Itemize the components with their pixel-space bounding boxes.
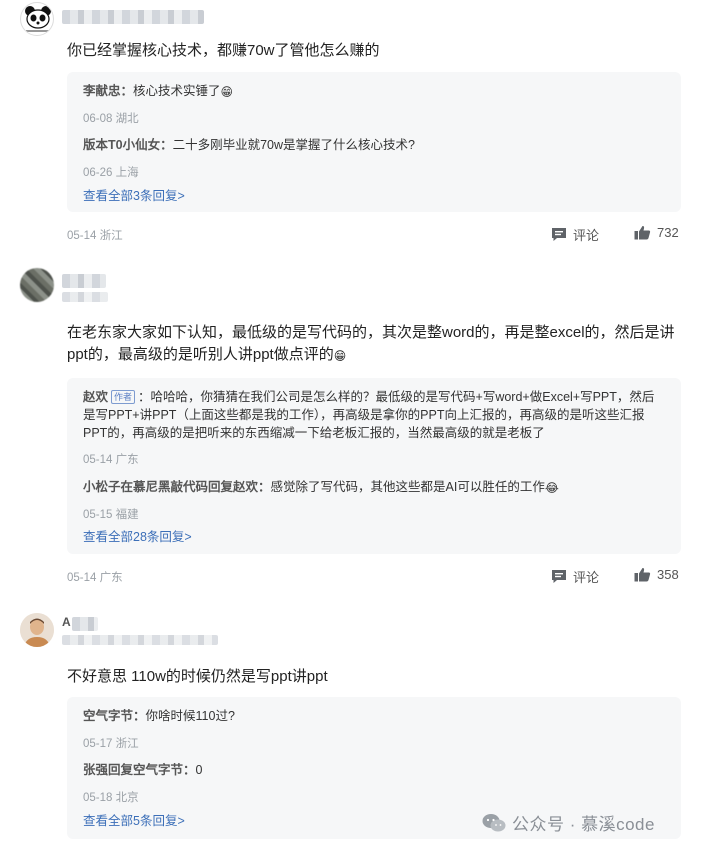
like-count: 732 — [657, 225, 679, 240]
reply-1: 赵欢 作者 ：哈哈哈，你猜猜在我们公司是怎么样的？最低级的是写代码+写word+做E… — [83, 388, 665, 442]
username-initial: A — [62, 615, 71, 629]
wechat-icon — [482, 813, 506, 831]
reply-meta: 05-17 浙江 — [83, 738, 139, 750]
reply-box: 李献忠：核心技术实锤了😁 06-08 湖北 版本T0小仙女：二十多刚毕业就70w… — [67, 72, 681, 212]
user-avatar-icon — [20, 613, 54, 647]
reply-2: 版本T0小仙女：二十多刚毕业就70w是掌握了什么核心技术? — [83, 136, 665, 154]
reply-author[interactable]: 李献忠： — [83, 84, 133, 98]
reply-meta: 05-18 北京 — [83, 792, 139, 804]
like-count: 358 — [657, 567, 679, 582]
reply-1: 李献忠：核心技术实锤了😁 — [83, 82, 665, 100]
author-badge: 作者 — [111, 390, 136, 404]
reply-text: 二十多刚毕业就70w是掌握了什么核心技术? — [172, 138, 415, 152]
reply-text: 感觉除了写代码，其他这些都是AI可以胜任的工作 — [270, 480, 545, 494]
username-blurred-sub — [62, 292, 108, 302]
comment-button-label: 评论 — [573, 570, 600, 585]
comment-text-body: 你已经掌握核心技术，都赚70w了管他怎么赚的 — [67, 42, 380, 59]
comment-button-label: 评论 — [573, 228, 600, 243]
comment-1: 你已经掌握核心技术，都赚70w了管他怎么赚的 李献忠：核心技术实锤了😁 06-0… — [0, 0, 702, 250]
reply-box: 赵欢 作者 ：哈哈哈，你猜猜在我们公司是怎么样的？最低级的是写代码+写word+做E… — [67, 378, 681, 554]
comment-button[interactable]: 评论 — [551, 567, 599, 586]
comment-date: 05-14 广东 — [67, 572, 123, 584]
reply-text: 0 — [195, 763, 203, 777]
reply-author[interactable]: 版本T0小仙女： — [83, 138, 173, 152]
reply-meta: 05-14 广东 — [83, 454, 139, 466]
watermark: 公众号 · 慕溪code — [482, 810, 655, 835]
comment-button[interactable]: 评论 — [551, 225, 599, 244]
reply-author[interactable]: 张强回复空气字节： — [83, 763, 196, 777]
laugh-emoji-icon: 😁 — [333, 349, 347, 363]
reply-meta: 05-15 福建 — [83, 509, 139, 521]
comment-2: 在老东家大家如下认知，最低级的是写代码的，其次是整word的，再是整excel的… — [0, 262, 702, 592]
username-blurred — [72, 617, 98, 631]
thumbs-up-icon — [634, 567, 651, 582]
like-button[interactable]: 358 — [634, 567, 679, 582]
comment-text: 不好意思 110w的时候仍然是写ppt讲ppt — [67, 666, 680, 688]
panda-avatar-icon — [25, 6, 51, 32]
laugh-cry-emoji-icon: 😂 — [544, 481, 559, 495]
comment-icon — [552, 228, 566, 241]
like-button[interactable]: 732 — [634, 225, 679, 240]
view-all-replies-link[interactable]: 查看全部28条回复> — [83, 526, 192, 545]
view-all-replies-link[interactable]: 查看全部5条回复> — [83, 810, 185, 829]
avatar[interactable] — [20, 2, 54, 36]
username-blurred — [62, 10, 204, 24]
reply-2: 张强回复空气字节：0 — [83, 761, 665, 779]
reply-meta: 06-08 湖北 — [83, 113, 139, 125]
reply-2: 小松子在慕尼黑敲代码回复赵欢：感觉除了写代码，其他这些都是AI可以胜任的工作😂 — [83, 478, 665, 496]
laugh-emoji-icon: 😁 — [220, 85, 234, 99]
avatar[interactable] — [20, 613, 54, 647]
reply-text: ：哈哈哈，你猜猜在我们公司是怎么样的？最低级的是写代码+写word+做Excel… — [83, 390, 655, 440]
reply-1: 空气字节：你啥时候110过? — [83, 707, 665, 725]
comment-date: 05-14 浙江 — [67, 230, 123, 242]
view-all-replies-link[interactable]: 查看全部3条回复> — [83, 185, 185, 204]
reply-text: 你啥时候110过? — [145, 709, 235, 723]
reply-author[interactable]: 空气字节： — [83, 709, 146, 723]
thumbs-up-icon — [634, 225, 651, 240]
watermark-text: 公众号 · 慕溪code — [512, 815, 655, 834]
reply-meta: 06-26 上海 — [83, 167, 139, 179]
comment-text: 你已经掌握核心技术，都赚70w了管他怎么赚的 — [67, 40, 680, 62]
comment-icon — [552, 570, 566, 583]
reply-text: 核心技术实锤了 — [133, 84, 221, 98]
comment-text: 在老东家大家如下认知，最低级的是写代码的，其次是整word的，再是整excel的… — [67, 322, 680, 366]
reply-author[interactable]: 赵欢 — [83, 390, 108, 404]
avatar[interactable] — [20, 268, 54, 302]
comment-text-body: 不好意思 110w的时候仍然是写ppt讲ppt — [67, 668, 328, 685]
comment-text-body: 在老东家大家如下认知，最低级的是写代码的，其次是整word的，再是整excel的… — [67, 324, 675, 363]
reply-author[interactable]: 小松子在慕尼黑敲代码回复赵欢： — [83, 480, 271, 494]
username-blurred — [62, 274, 106, 288]
username-blurred-sub — [62, 635, 218, 645]
